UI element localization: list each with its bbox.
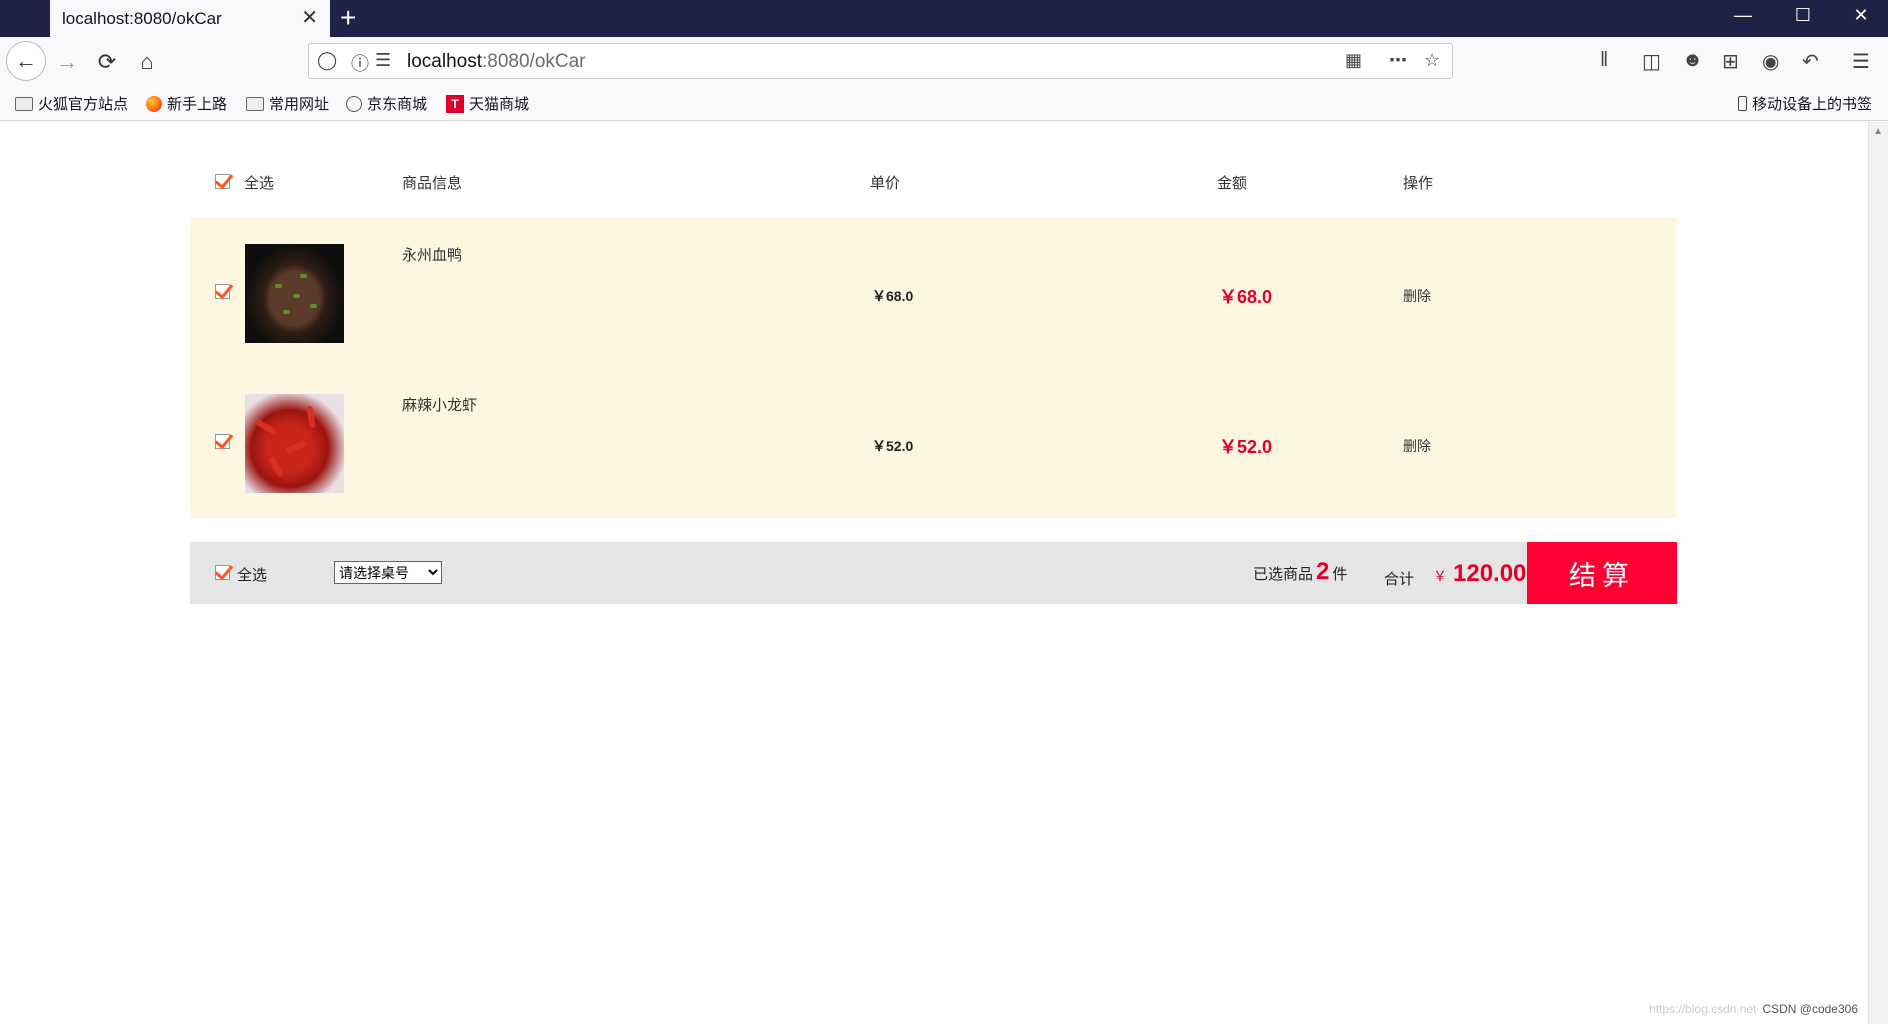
account-icon[interactable]: ☻ bbox=[1682, 49, 1703, 72]
total-value: 120.00 bbox=[1453, 560, 1527, 587]
close-window-icon[interactable]: ✕ bbox=[1834, 0, 1888, 30]
watermark-url: https://blog.csdn.net bbox=[1649, 1002, 1757, 1016]
header-unit-price: 单价 bbox=[870, 175, 901, 192]
watermark-text: CSDN @code306 bbox=[1762, 1002, 1858, 1016]
bookmark-label: 火狐官方站点 bbox=[38, 96, 129, 113]
maximize-icon[interactable]: ☐ bbox=[1776, 0, 1830, 30]
screenshot-icon[interactable]: ⊞ bbox=[1722, 49, 1739, 74]
menu-icon[interactable]: ☰ bbox=[1852, 49, 1870, 74]
cart-footer: 全选 请选择桌号 已选商品 2 件 合计 ￥ 120.00 结算 bbox=[190, 542, 1677, 604]
total-label: 合计 bbox=[1384, 571, 1415, 588]
footer-select-all: 全选 bbox=[237, 567, 268, 584]
table-number-select[interactable]: 请选择桌号 bbox=[334, 561, 442, 584]
more-actions-icon[interactable]: ⋯ bbox=[1389, 50, 1407, 71]
header-product-info: 商品信息 bbox=[402, 175, 463, 192]
mobile-bookmarks[interactable]: 移动设备上的书签 bbox=[1738, 93, 1872, 114]
delete-link[interactable]: 删除 bbox=[1403, 436, 1431, 456]
minimize-icon[interactable]: — bbox=[1716, 0, 1770, 30]
selected-prefix: 已选商品 bbox=[1253, 566, 1314, 583]
product-name: 永州血鸭 bbox=[402, 247, 463, 264]
delete-link[interactable]: 删除 bbox=[1403, 286, 1431, 306]
bookmark-item[interactable]: T 天猫商城 bbox=[446, 93, 529, 114]
url-path: :8080/okCar bbox=[482, 51, 586, 72]
unit-price: ￥52.0 bbox=[872, 438, 914, 454]
product-image bbox=[245, 394, 344, 493]
bookmark-label: 新手上路 bbox=[167, 96, 228, 113]
forward-icon[interactable]: → bbox=[50, 45, 84, 79]
header-operation: 操作 bbox=[1403, 175, 1434, 192]
firefox-icon bbox=[146, 95, 162, 112]
browser-tab[interactable]: localhost:8080/okCar ✕ bbox=[50, 0, 330, 37]
selected-suffix: 件 bbox=[1332, 566, 1348, 583]
url-text[interactable]: localhost:8080/okCar bbox=[407, 51, 586, 73]
selected-count: 2 bbox=[1316, 558, 1330, 585]
vertical-scrollbar[interactable] bbox=[1868, 122, 1888, 1024]
folder-icon bbox=[246, 96, 264, 111]
bookmark-star-icon[interactable]: ☆ bbox=[1424, 50, 1440, 71]
cart-item: 麻辣小龙虾 ￥52.0 ￥52.0 删除 bbox=[190, 368, 1677, 518]
cart-items: 永州血鸭 ￥68.0 ￥68.0 删除 麻辣小龙虾 ￥52.0 ￥52.0 删除 bbox=[190, 218, 1677, 518]
item-checkbox[interactable] bbox=[215, 284, 230, 299]
item-amount: ￥68.0 bbox=[1219, 287, 1273, 307]
sidebar-icon[interactable]: ◫ bbox=[1642, 49, 1661, 74]
close-tab-icon[interactable]: ✕ bbox=[301, 8, 318, 28]
footer-select-all-checkbox[interactable] bbox=[215, 565, 230, 580]
globe-icon bbox=[346, 95, 362, 112]
back-icon[interactable]: ← bbox=[6, 41, 46, 81]
bookmark-label: 京东商城 bbox=[367, 96, 428, 113]
browser-toolbar: ← → ⟳ ⌂ ◯ ⓘ ☰ localhost:8080/okCar ▦ ⋯ ☆… bbox=[0, 37, 1888, 85]
qr-code-icon[interactable]: ▦ bbox=[1345, 50, 1362, 71]
bookmark-item[interactable]: 京东商城 bbox=[346, 93, 427, 114]
permissions-icon[interactable]: ☰ bbox=[375, 50, 391, 71]
phone-icon bbox=[1738, 96, 1747, 111]
bookmarks-toolbar: 火狐官方站点 新手上路 常用网址 京东商城 T 天猫商城 移动设备上的书签 bbox=[0, 85, 1888, 121]
chat-icon[interactable]: ◉ bbox=[1762, 49, 1779, 74]
cart-item: 永州血鸭 ￥68.0 ￥68.0 删除 bbox=[190, 218, 1677, 368]
home-icon[interactable]: ⌂ bbox=[130, 45, 164, 79]
address-bar[interactable]: ◯ ⓘ ☰ localhost:8080/okCar ▦ ⋯ ☆ bbox=[308, 43, 1453, 79]
browser-titlebar: localhost:8080/okCar ✕ + — ☐ ✕ bbox=[0, 0, 1888, 37]
tab-title: localhost:8080/okCar bbox=[62, 8, 222, 28]
reload-icon[interactable]: ⟳ bbox=[90, 45, 124, 79]
watermark: https://blog.csdn.net CSDN @code306 bbox=[1649, 1002, 1858, 1016]
bookmark-item[interactable]: 新手上路 bbox=[146, 93, 227, 114]
unit-price: ￥68.0 bbox=[872, 288, 914, 304]
shield-icon[interactable]: ◯ bbox=[317, 50, 337, 71]
info-icon[interactable]: ⓘ bbox=[351, 50, 369, 76]
item-checkbox[interactable] bbox=[215, 434, 230, 449]
tmall-icon: T bbox=[446, 94, 464, 113]
total-price: ￥ 120.00 bbox=[1433, 560, 1526, 588]
bookmark-label: 移动设备上的书签 bbox=[1752, 96, 1873, 113]
item-amount: ￥52.0 bbox=[1219, 437, 1273, 457]
new-tab-icon[interactable]: + bbox=[340, 3, 356, 33]
selected-count-summary: 已选商品 2 件 bbox=[1253, 558, 1347, 586]
bookmark-label: 天猫商城 bbox=[469, 96, 530, 113]
url-host: localhost bbox=[407, 51, 482, 72]
product-name: 麻辣小龙虾 bbox=[402, 397, 478, 414]
bookmark-label: 常用网址 bbox=[269, 96, 330, 113]
bookmark-item[interactable]: 火狐官方站点 bbox=[15, 93, 128, 114]
header-select-all: 全选 bbox=[244, 175, 275, 192]
library-icon[interactable]: ‖ bbox=[1600, 49, 1608, 72]
header-amount: 金额 bbox=[1217, 175, 1248, 192]
cart-header: 全选 商品信息 单价 金额 操作 bbox=[190, 122, 1677, 218]
bookmark-item[interactable]: 常用网址 bbox=[246, 93, 329, 114]
checkout-button[interactable]: 结算 bbox=[1527, 542, 1677, 604]
product-image bbox=[245, 244, 344, 343]
folder-icon bbox=[15, 96, 33, 111]
undo-icon[interactable]: ↶ bbox=[1802, 49, 1819, 74]
currency-symbol: ￥ bbox=[1433, 568, 1447, 584]
scroll-up-icon[interactable]: ▲ bbox=[1873, 126, 1883, 137]
select-all-checkbox[interactable] bbox=[215, 174, 230, 189]
